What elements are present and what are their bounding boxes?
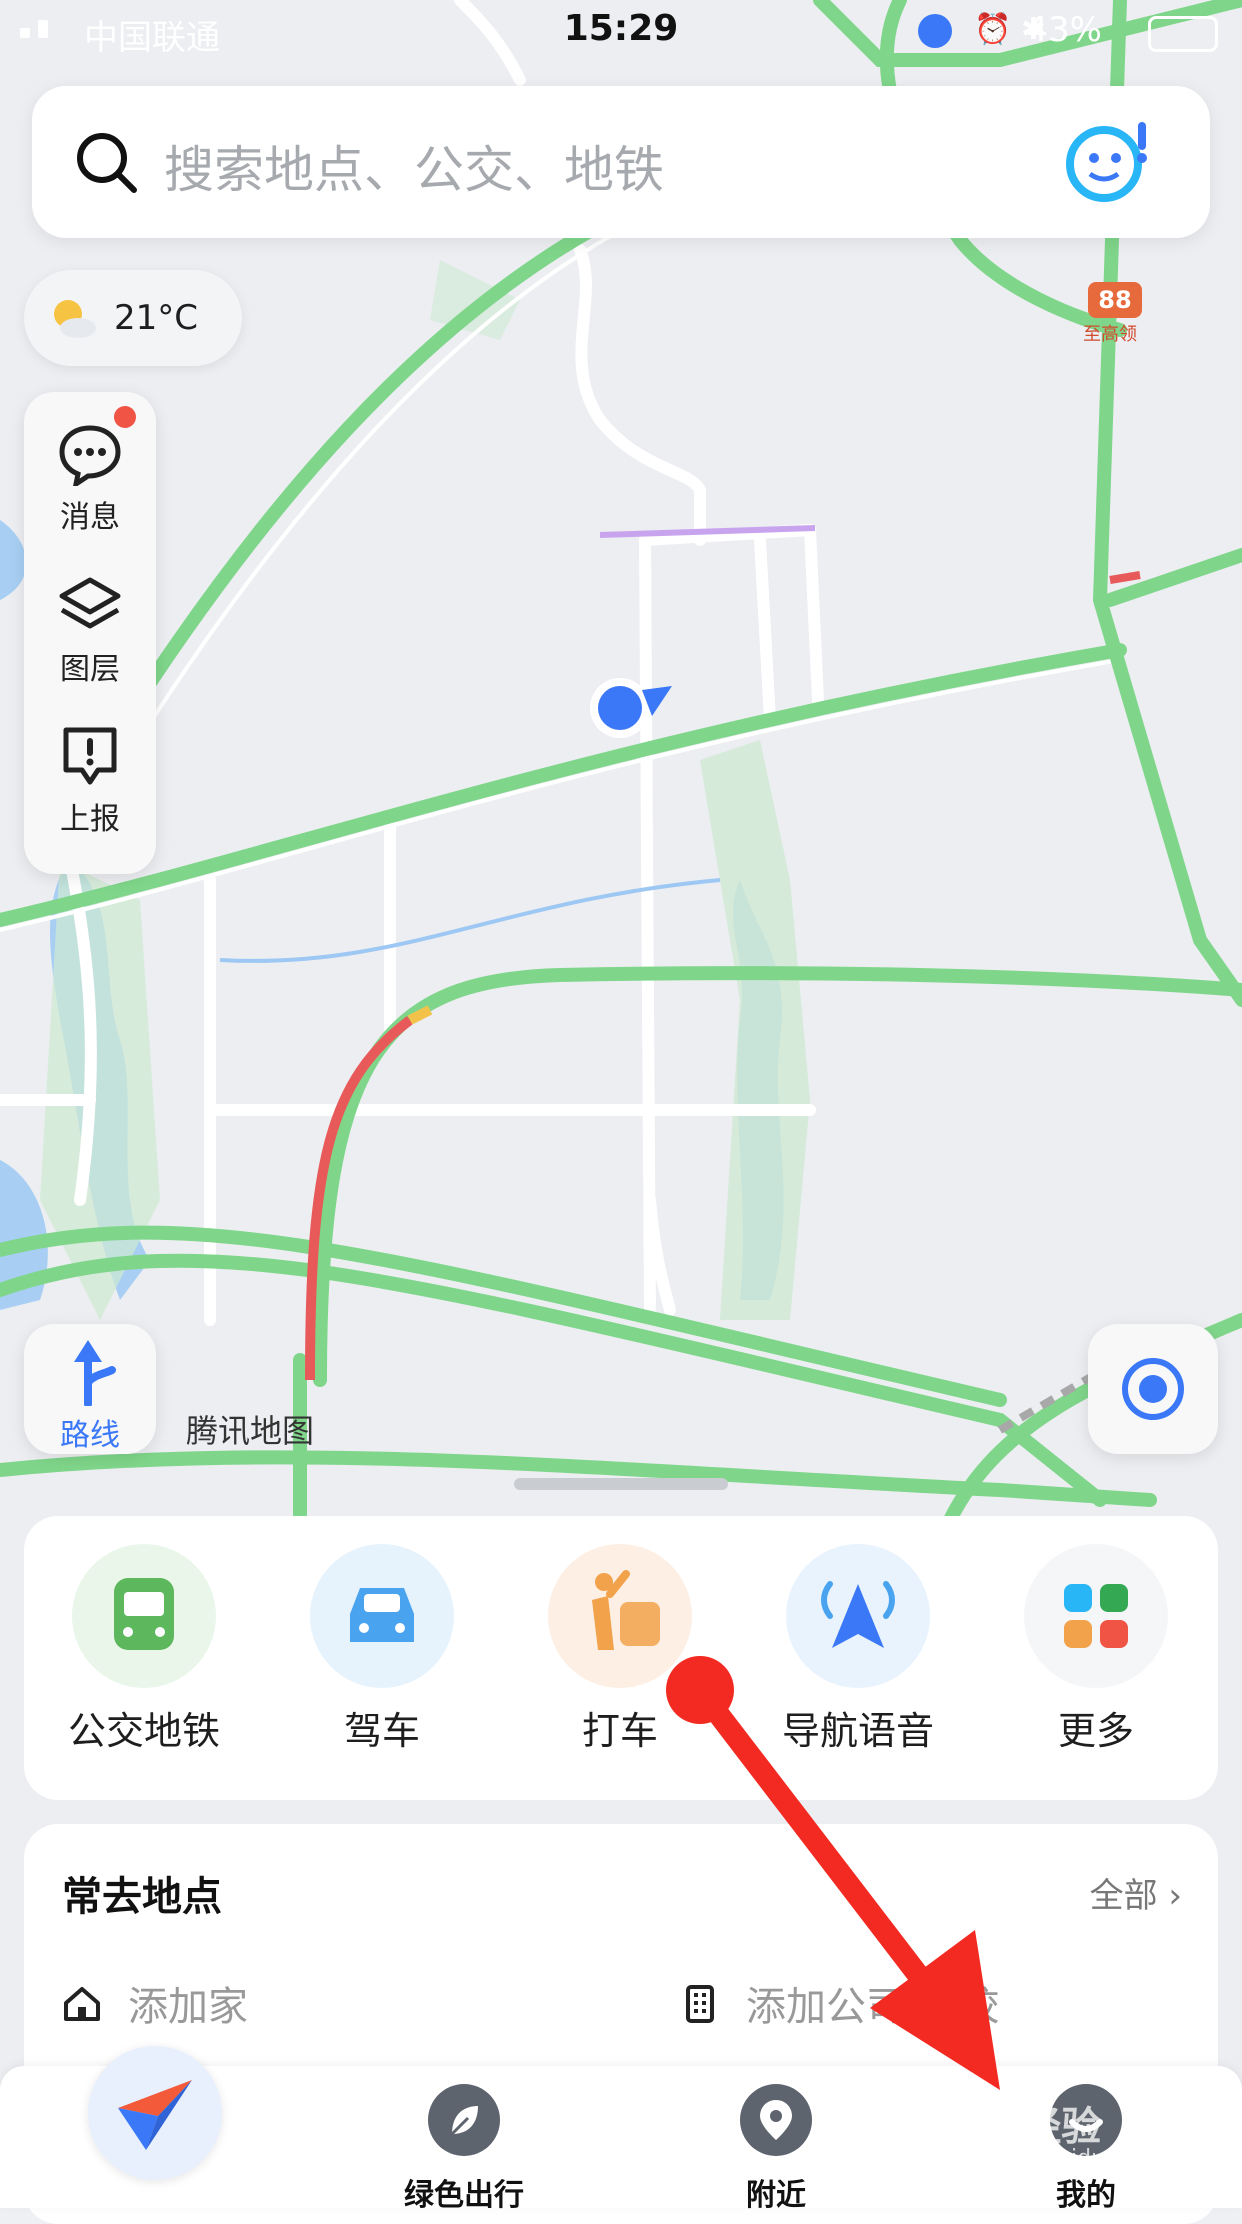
service-label: 导航语音	[781, 1709, 934, 1753]
home-icon	[64, 1987, 100, 2021]
service-nav-voice[interactable]: 导航语音	[758, 1544, 958, 1755]
poi-label: 至高领	[1083, 324, 1137, 345]
locate-me-button[interactable]	[1088, 1324, 1218, 1454]
layers-icon	[59, 577, 121, 629]
temperature: 21°C	[114, 298, 199, 338]
add-home-button[interactable]: 添加家	[60, 1974, 248, 2032]
compass-icon	[118, 2080, 192, 2150]
tab-nearby[interactable]: 附近	[676, 2074, 876, 2214]
location-arrow-icon	[918, 14, 952, 48]
watermark-text: Bai经验	[950, 2104, 1102, 2150]
report-label: 上报	[60, 802, 120, 837]
frequent-places-title: 常去地点	[62, 1874, 222, 1920]
search-icon	[77, 133, 137, 193]
service-label: 打车	[581, 1709, 658, 1753]
unread-badge	[114, 406, 136, 428]
add-home-label: 添加家	[128, 1984, 248, 2030]
taxi-hail-icon	[548, 1544, 692, 1688]
route-arrow-icon	[74, 1340, 116, 1408]
navigation-voice-icon	[786, 1544, 930, 1688]
tab-label: 绿色出行	[404, 2178, 524, 2213]
message-icon	[59, 425, 121, 486]
layers-label: 图层	[60, 652, 120, 687]
route-button[interactable]: 路线	[24, 1324, 156, 1454]
route-label: 路线	[60, 1418, 120, 1453]
poi-badge: 88	[1088, 282, 1142, 318]
locate-icon	[1122, 1358, 1184, 1420]
drawer-handle[interactable]	[514, 1478, 728, 1490]
location-pin-icon	[740, 2084, 812, 2156]
chevron-right-icon: ›	[1168, 1876, 1182, 1916]
messages-button[interactable]: 消息	[24, 422, 156, 536]
service-taxi[interactable]: 打车	[520, 1544, 720, 1755]
car-icon	[310, 1544, 454, 1688]
service-bus-subway[interactable]: 公交地铁	[44, 1544, 244, 1755]
tab-home-compass[interactable]	[88, 2046, 222, 2180]
more-apps-icon	[1024, 1544, 1168, 1688]
service-label: 更多	[1057, 1709, 1134, 1753]
tab-label: 附近	[746, 2178, 806, 2213]
map-attribution: 腾讯地图	[186, 1412, 315, 1450]
layers-button[interactable]: 图层	[24, 574, 156, 688]
service-drive[interactable]: 驾车	[282, 1544, 482, 1755]
assistant-face-icon[interactable]	[1062, 116, 1152, 206]
bus-icon	[72, 1544, 216, 1688]
service-more[interactable]: 更多	[996, 1544, 1196, 1755]
search-bar[interactable]: 搜索地点、公交、地铁	[32, 86, 1210, 238]
tab-green-travel[interactable]: 绿色出行	[364, 2074, 564, 2214]
poi-marker[interactable]: 88 至高领	[1083, 282, 1142, 346]
add-work-button[interactable]: 添加公司/学校	[678, 1974, 999, 2032]
building-icon	[686, 1985, 714, 2023]
search-placeholder[interactable]: 搜索地点、公交、地铁	[164, 130, 664, 202]
tab-label: 我的	[1056, 2178, 1116, 2213]
service-label: 公交地铁	[67, 1709, 220, 1753]
service-label: 驾车	[343, 1709, 420, 1753]
report-button[interactable]: 上报	[24, 724, 156, 838]
weather-chip[interactable]: 21°C	[24, 270, 242, 366]
view-all-link[interactable]: 全部 ›	[1090, 1868, 1182, 1917]
add-work-label: 添加公司/学校	[746, 1984, 1000, 2030]
view-all-label: 全部	[1089, 1876, 1158, 1916]
status-bar: 中国联通 15:29 ⏰ ✱ 43%	[0, 0, 1242, 64]
services-card: 公交地铁 驾车 打车 导航语音 更多	[24, 1516, 1218, 1800]
watermark-url: jingyan.baidu.com	[956, 2146, 1160, 2171]
messages-label: 消息	[60, 500, 120, 535]
report-icon	[63, 727, 117, 785]
leaf-icon	[428, 2084, 500, 2156]
battery-icon	[1148, 16, 1218, 52]
partly-cloudy-icon	[54, 300, 96, 338]
map-tools-panel: 消息 图层 上报	[24, 392, 156, 874]
battery-percent: 43%	[1026, 10, 1102, 50]
